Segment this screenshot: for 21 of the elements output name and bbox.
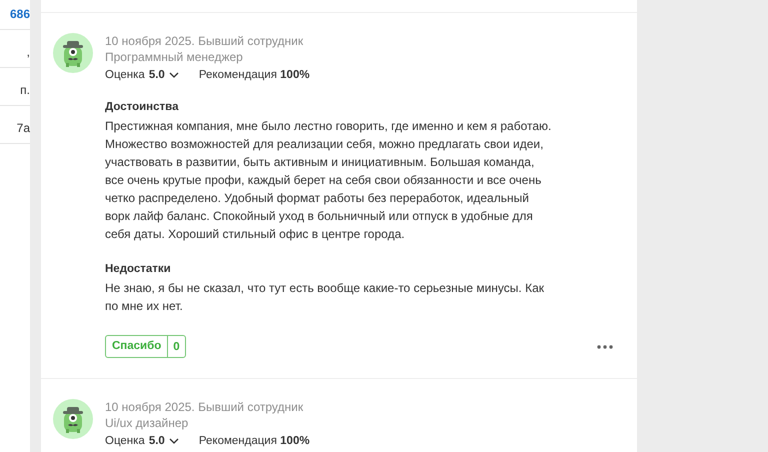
sidebar-text: п. bbox=[20, 82, 30, 99]
more-icon[interactable] bbox=[597, 344, 613, 348]
job-title: Программный менеджер bbox=[105, 49, 244, 65]
review-date: 10 ноября 2025. Бывший сотрудник bbox=[105, 33, 304, 49]
recommendation: Рекомендация 100% bbox=[198, 435, 310, 447]
review-text: Престижная компания, мне было лестно говорить, где именно и кем я работаю. Множество возможностей для реализации себя, можно предлагать свои идеи, участвовать в развитии, быть активным и инициативным. Большая команда, все очень крутые профи, каждый берет на себя свои обязанности и все очень четко распределено. Удобный формат работы без переработок, идеальный ворк лайф баланс. Спокойный уход в больничный или отпуск в удобные для себя даты. Хороший стильный офис в центре города. bbox=[105, 118, 552, 243]
rating-dropdown[interactable]: Оценка 5.0 bbox=[105, 435, 179, 447]
caret-icon bbox=[168, 72, 179, 78]
section-heading: Достоинства bbox=[105, 100, 180, 115]
sidebar-text: , bbox=[26, 44, 30, 61]
review-text: Не знаю, я бы не сказал, что тут есть вообще какие-то серьезные минусы. Как по мне их нет. bbox=[105, 280, 545, 315]
recommendation: Рекомендация 100% bbox=[198, 69, 310, 81]
job-title: Ui/ux дизайнер bbox=[105, 415, 190, 431]
link[interactable]: 686 bbox=[10, 4, 30, 29]
caret-icon bbox=[168, 438, 179, 444]
review-date: 10 ноября 2025. Бывший сотрудник bbox=[105, 399, 304, 415]
monster-avatar-icon bbox=[53, 399, 93, 439]
section-heading: Недостатки bbox=[105, 262, 172, 277]
rating-dropdown[interactable]: Оценка 5.0 bbox=[105, 69, 179, 81]
monster-avatar-icon bbox=[53, 33, 93, 73]
sidebar-text: 7а bbox=[16, 120, 30, 137]
